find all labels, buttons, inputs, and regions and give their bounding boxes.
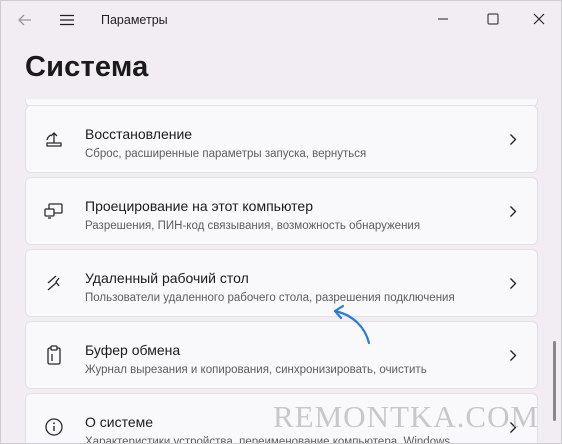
settings-item-recovery[interactable]: Восстановление Сброс, расширенные параме… <box>25 105 538 173</box>
restore-icon <box>43 128 65 150</box>
minimize-button[interactable] <box>421 5 465 33</box>
item-subtitle: Характеристики устройства, переименовани… <box>85 436 451 444</box>
chevron-right-icon <box>507 276 519 290</box>
window-title: Параметры <box>101 13 168 27</box>
item-subtitle: Пользователи удаленного рабочего стола, … <box>85 292 455 304</box>
scrollbar-thumb[interactable] <box>553 341 556 421</box>
back-arrow-icon <box>18 14 31 26</box>
back-button[interactable] <box>15 11 35 29</box>
settings-list: Восстановление Сброс, расширенные параме… <box>25 99 538 444</box>
annotation-arrow-icon <box>333 304 371 345</box>
title-bar: Параметры <box>1 1 561 39</box>
chevron-right-icon <box>507 348 519 362</box>
item-title: Восстановление <box>85 126 193 142</box>
close-button[interactable] <box>517 5 561 33</box>
chevron-right-icon <box>507 132 519 146</box>
page-title: Система <box>25 51 149 83</box>
item-subtitle: Сброс, расширенные параметры запуска, ве… <box>85 148 367 160</box>
item-subtitle: Разрешения, ПИН-код связывания, возможно… <box>85 220 421 232</box>
chevron-right-icon <box>507 204 519 218</box>
maximize-button[interactable] <box>471 5 515 33</box>
navigation-menu-button[interactable] <box>57 11 77 29</box>
item-title: Проецирование на этот компьютер <box>85 198 313 214</box>
settings-item-clipboard[interactable]: Буфер обмена Журнал вырезания и копирова… <box>25 321 538 389</box>
minimize-icon <box>438 18 448 20</box>
remote-desktop-icon <box>43 272 65 294</box>
clipboard-icon <box>43 344 65 366</box>
item-title: Удаленный рабочий стол <box>85 270 249 286</box>
projection-icon <box>43 200 65 222</box>
settings-item-remote-desktop[interactable]: Удаленный рабочий стол Пользователи удал… <box>25 249 538 317</box>
item-subtitle: Журнал вырезания и копирования, синхрони… <box>85 364 427 376</box>
close-icon <box>533 13 545 25</box>
settings-window: Параметры Система Восстановление Сброс, … <box>0 0 562 444</box>
hamburger-icon <box>60 14 74 26</box>
info-icon <box>43 416 65 438</box>
maximize-icon <box>487 13 499 25</box>
settings-item-projecting[interactable]: Проецирование на этот компьютер Разрешен… <box>25 177 538 245</box>
watermark: REMONTKA.COM <box>273 399 540 434</box>
item-title: Буфер обмена <box>85 342 181 358</box>
item-title: О системе <box>85 414 154 430</box>
